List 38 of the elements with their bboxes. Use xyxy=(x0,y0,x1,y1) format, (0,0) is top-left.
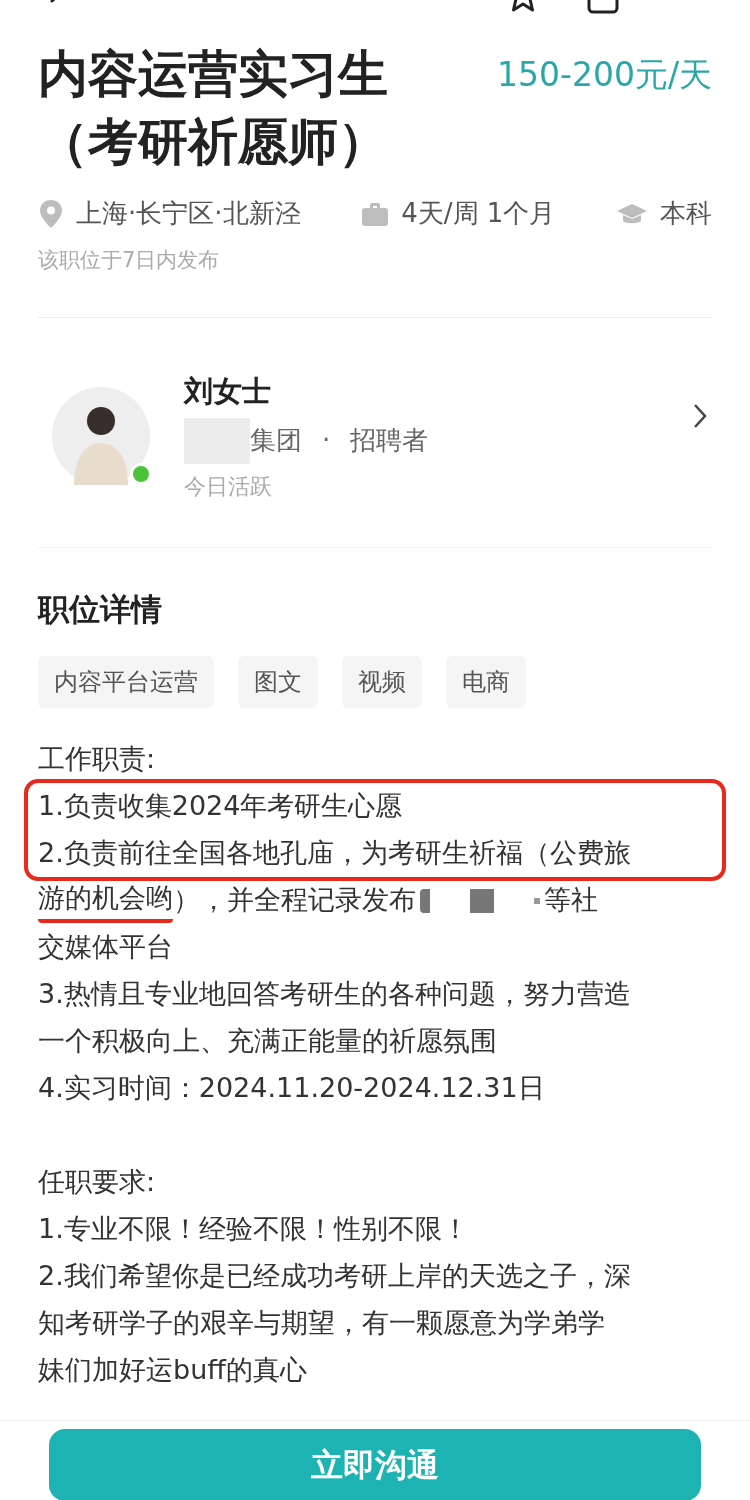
posted-time: 该职位于7日内发布 xyxy=(38,247,221,274)
text-fragment: ），并全程记录发布 xyxy=(173,883,416,918)
text-fragment: 知考研学子的艰辛与期望，有一颗愿意为学弟学 xyxy=(38,1306,605,1341)
text-fragment: 2.我们希望你是已经成功考研上岸的天选之子，深 xyxy=(38,1259,631,1294)
chevron-right-icon[interactable] xyxy=(692,402,708,430)
text-fragment: 妹们加好运buff的真心 xyxy=(38,1353,307,1388)
avatar[interactable] xyxy=(52,387,150,485)
briefcase-icon xyxy=(361,200,390,227)
job-title: （考研祈愿师） xyxy=(38,112,388,173)
section-title: 职位详情 xyxy=(38,589,163,629)
job-meta-text: 上海·长宁区·北新泾 xyxy=(76,197,301,230)
job-meta-text: 4天/周 1个月 xyxy=(401,197,556,230)
job-meta-text: 本科 xyxy=(660,197,712,230)
activity-status: 今日活跃 xyxy=(184,472,273,501)
text-fragment: 2.负责前往全国各地孔庙，为考研生祈福（公费旅 xyxy=(38,836,631,871)
underlined-text: 游的机会哟 xyxy=(38,878,173,923)
tag: 图文 xyxy=(238,656,318,708)
graduation-cap-icon xyxy=(616,201,648,226)
text-fragment: 交媒体平台 xyxy=(38,930,173,965)
location-pin-icon xyxy=(38,198,64,229)
text-fragment: 4.实习时间：2024.11.20-2024.12.31日 xyxy=(38,1071,545,1106)
text-fragment: 一个积极向上、充满正能量的祈愿氛围 xyxy=(38,1024,497,1059)
job-title: 内容运营实习生 xyxy=(38,44,388,105)
text-fragment: 等社 xyxy=(544,883,598,918)
text-fragment: 3.热情且专业地回答考研生的各种问题，努力营造 xyxy=(38,977,631,1012)
text-fragment: 1.负责收集2024年考研生心愿 xyxy=(38,789,403,824)
tag: 内容平台运营 xyxy=(38,656,214,708)
section-heading: 任职要求: xyxy=(38,1165,157,1200)
tag: 视频 xyxy=(342,656,422,708)
section-heading: 工作职责: xyxy=(38,742,157,777)
salary: 150-200元/天 xyxy=(497,54,712,96)
recruiter-name: 刘女士 xyxy=(184,372,272,410)
chat-now-button[interactable]: 立即沟通 xyxy=(49,1429,701,1500)
separator-dot: · xyxy=(322,424,331,457)
text-fragment: 1.专业不限！经验不限！性别不限！ xyxy=(38,1212,469,1247)
recruiter-role: 招聘者 xyxy=(350,424,429,457)
company-name: 集团 xyxy=(250,424,302,457)
tag: 电商 xyxy=(446,656,526,708)
